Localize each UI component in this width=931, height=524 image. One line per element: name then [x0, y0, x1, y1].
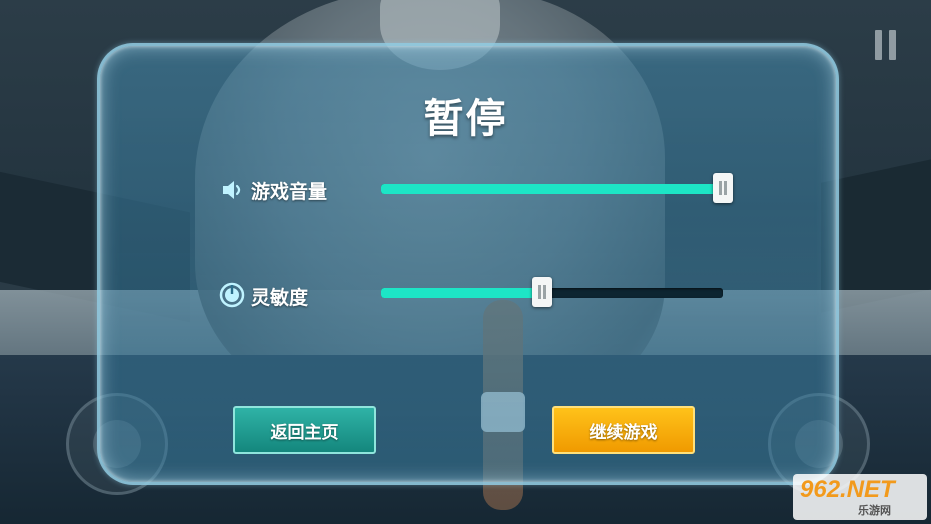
sensitivity-label: 灵敏度	[251, 287, 309, 309]
gauge-icon	[219, 282, 245, 308]
watermark-main-text: 962.NET	[800, 476, 895, 503]
speaker-icon	[223, 181, 241, 199]
pause-icon[interactable]	[873, 30, 899, 60]
sensitivity-slider-thumb[interactable]	[531, 277, 552, 307]
volume-slider-fill	[381, 184, 723, 194]
dialog-title: 暂停	[423, 96, 508, 142]
volume-label: 游戏音量	[251, 181, 328, 203]
sensitivity-slider-fill	[381, 288, 542, 298]
volume-slider[interactable]	[381, 173, 733, 203]
watermark-sub-text: 乐游网	[858, 504, 891, 517]
volume-slider-thumb[interactable]	[713, 173, 733, 203]
continue-game-button[interactable]: 继续游戏	[552, 406, 695, 454]
sensitivity-slider[interactable]	[381, 277, 723, 307]
return-home-button[interactable]: 返回主页	[233, 406, 376, 454]
